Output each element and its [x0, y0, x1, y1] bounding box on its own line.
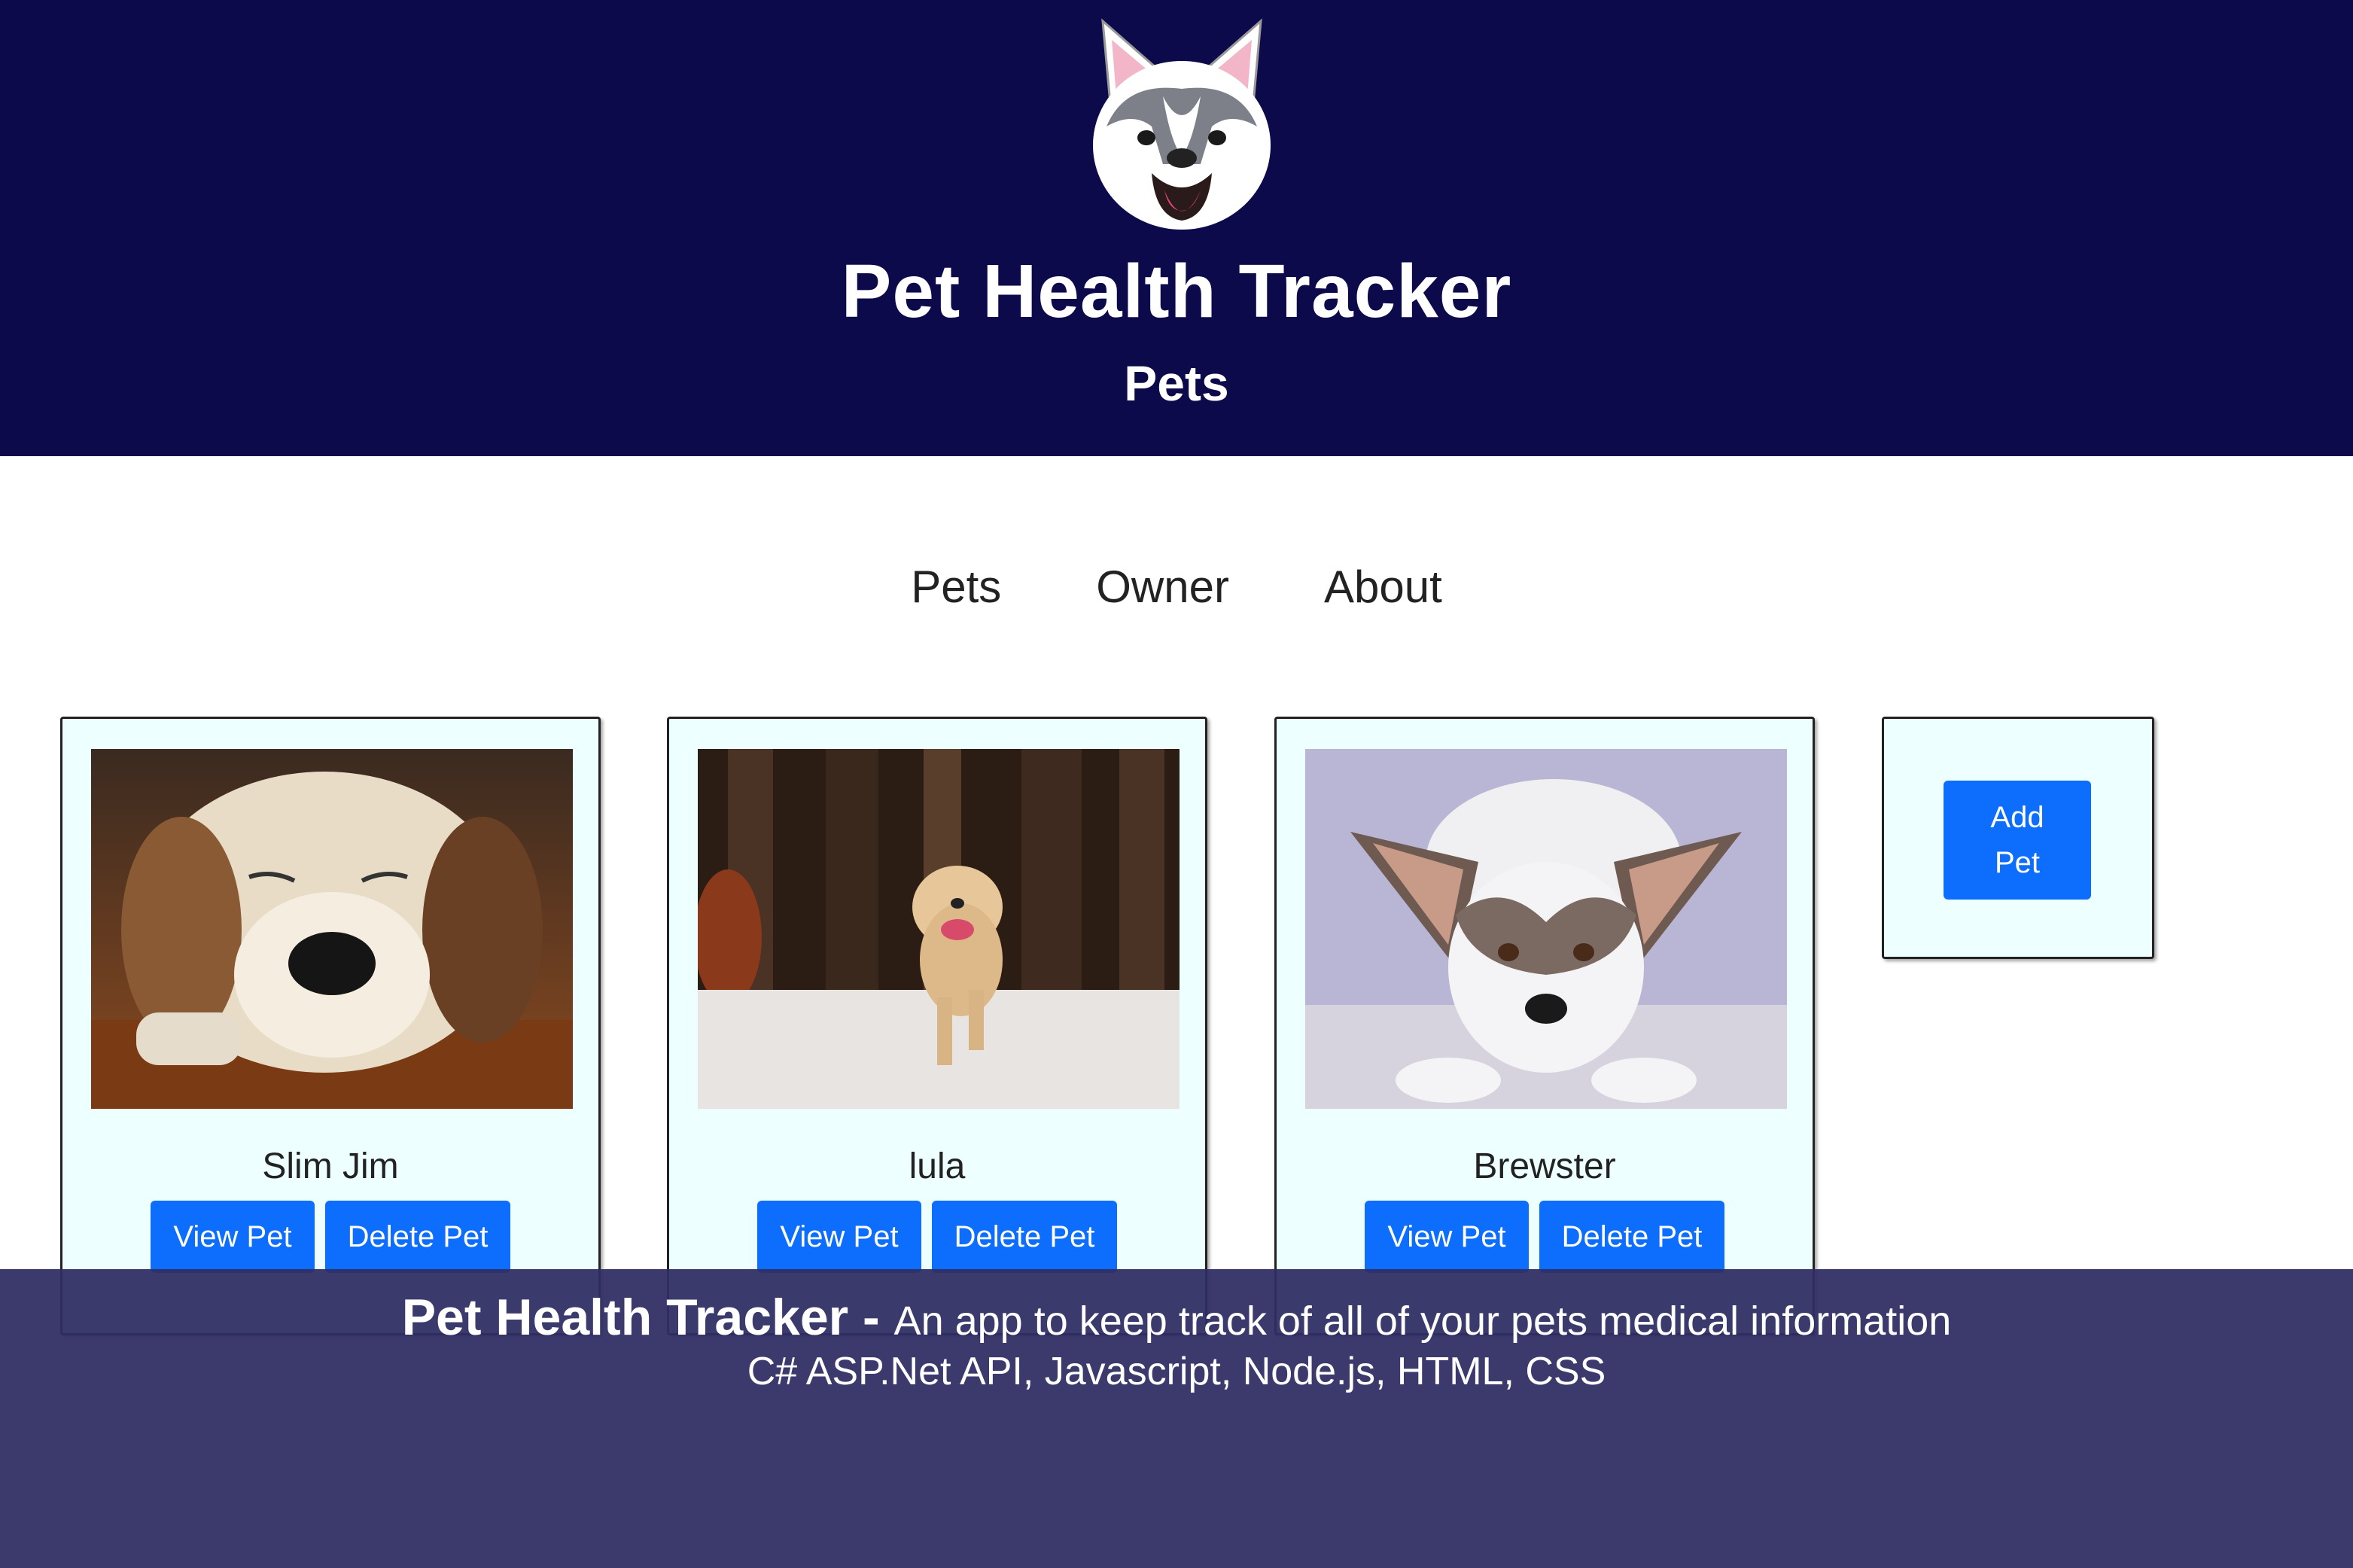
caption-description: An app to keep track of all of your pets… [893, 1299, 1952, 1344]
app-header: Pet Health Tracker Pets [0, 0, 2353, 456]
pet-actions: View Pet Delete Pet [1277, 1201, 1813, 1273]
caption-title: Pet Health Tracker - [401, 1289, 894, 1346]
nav-item-owner[interactable]: Owner [1096, 550, 1229, 625]
pet-photo [91, 749, 573, 1109]
pet-card: Slim Jim View Pet Delete Pet [60, 717, 601, 1335]
pet-card: Brewster View Pet Delete Pet [1274, 717, 1815, 1335]
caption-band: Pet Health Tracker - An app to keep trac… [0, 1269, 2353, 1568]
delete-pet-button[interactable]: Delete Pet [932, 1201, 1117, 1273]
husky-logo-icon [1080, 14, 1283, 239]
caption-tech-stack: C# ASP.Net API, Javascript, Node.js, HTM… [747, 1350, 1606, 1393]
pet-name: Slim Jim [262, 1146, 399, 1186]
delete-pet-button[interactable]: Delete Pet [325, 1201, 510, 1273]
delete-pet-button[interactable]: Delete Pet [1539, 1201, 1724, 1273]
pet-photo [698, 749, 1180, 1109]
pet-photo [1305, 749, 1787, 1109]
view-pet-button[interactable]: View Pet [1365, 1201, 1529, 1273]
pet-name: Brewster [1473, 1146, 1616, 1186]
page-subtitle: Pets [1124, 355, 1229, 411]
main-nav: Pets Owner About [0, 550, 2353, 625]
view-pet-button[interactable]: View Pet [151, 1201, 315, 1273]
add-pet-card: Add Pet [1882, 717, 2154, 959]
pet-actions: View Pet Delete Pet [62, 1201, 598, 1273]
pet-name: lula [909, 1146, 966, 1186]
app-title: Pet Health Tracker [841, 249, 1512, 333]
nav-item-pets[interactable]: Pets [911, 550, 1001, 625]
add-pet-button[interactable]: Add Pet [1944, 781, 2091, 900]
nav-item-about[interactable]: About [1324, 550, 1442, 625]
view-pet-button[interactable]: View Pet [757, 1201, 921, 1273]
pet-card: lula View Pet Delete Pet [667, 717, 1207, 1335]
pet-actions: View Pet Delete Pet [669, 1201, 1205, 1273]
